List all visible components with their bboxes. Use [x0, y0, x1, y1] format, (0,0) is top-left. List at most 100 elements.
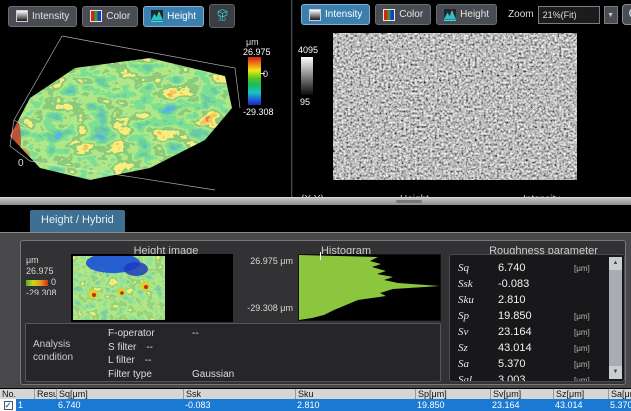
param-name: Sv	[458, 326, 498, 338]
panel-intensity-view: Intensity Color Height Zoom 21%(Fit) ▼	[293, 0, 631, 197]
condition-label-line1: Analysis	[33, 338, 103, 351]
param-unit: [μm]	[574, 328, 590, 337]
histogram-max-label: 26.975 μm	[203, 256, 293, 266]
header-sp: Sp[μm]	[415, 389, 490, 399]
intensity-icon	[16, 10, 28, 22]
axis-origin-label: 0	[18, 158, 24, 169]
3d-view-button[interactable]: 3D	[209, 4, 235, 28]
condition-value: --	[145, 355, 152, 366]
height-icon	[151, 10, 163, 22]
roughness-list: Sq 6.740 [μm] Ssk -0.083 Sku 2.810	[458, 260, 604, 382]
splitter-handle-icon	[396, 200, 422, 203]
header-sa: Sa[μm]	[608, 389, 631, 399]
scale-max: 26.975	[26, 266, 57, 277]
condition-rows: F-operator-- S filter-- L filter-- Filte…	[108, 327, 234, 381]
param-name: Sp	[458, 310, 498, 322]
zoom-select[interactable]: 21%(Fit)	[538, 6, 600, 24]
param-name: Sz	[458, 342, 498, 354]
right-height-button[interactable]: Height	[436, 4, 497, 25]
cell-result	[34, 399, 56, 411]
magnifier-icon	[628, 7, 631, 22]
param-value: 43.014	[498, 342, 574, 354]
roughness-parameter-box: Sq 6.740 [μm] Ssk -0.083 Sku 2.810	[449, 254, 625, 382]
scale-min: -29.308	[26, 288, 57, 295]
app-window: Intensity Color Height 3D	[0, 0, 631, 411]
header-no: No.	[0, 389, 34, 399]
grayscale-min: 95	[300, 97, 310, 107]
grayscale-bar	[301, 57, 313, 95]
analysis-condition-label: Analysis condition	[33, 338, 103, 364]
condition-name: L filter	[108, 354, 135, 368]
results-table: No. Result Sq[μm] Ssk Sku Sp[μm] Sv[μm] …	[0, 388, 631, 411]
param-unit: [μm]	[574, 264, 590, 273]
cell-sp: 19.850	[415, 399, 490, 411]
condition-value: Gaussian	[192, 369, 234, 380]
analysis-condition-box: Analysis condition F-operator-- S filter…	[25, 323, 441, 382]
condition-row-s-filter: S filter --	[108, 341, 234, 355]
roughness-scrollbar[interactable]: ▲ ▼	[609, 257, 622, 379]
histogram-min-label: -29.308 μm	[203, 303, 293, 313]
color-icon	[383, 9, 395, 21]
cell-no: 1	[16, 399, 34, 411]
roughness-row: Sp 19.850 [μm]	[458, 308, 604, 324]
histogram-chart	[299, 255, 440, 320]
scale-mid: 0	[51, 277, 56, 288]
colorbar-min: -29.308	[243, 107, 274, 117]
param-name: Sal	[458, 374, 498, 382]
histogram-box[interactable]	[298, 254, 441, 321]
cell-sq: 6.740	[56, 399, 183, 411]
result-checkbox[interactable]: ✓	[4, 401, 13, 410]
3d-button-label: 3D	[218, 17, 226, 23]
condition-value: --	[146, 342, 153, 353]
histogram-marker	[320, 252, 321, 260]
zoom-control: Zoom 21%(Fit) ▼	[508, 4, 631, 25]
left-color-button[interactable]: Color	[82, 6, 138, 27]
analysis-section: Height image Histogram Roughness paramet…	[0, 232, 631, 388]
param-value: 23.164	[498, 326, 574, 338]
roughness-row: Sv 23.164 [μm]	[458, 324, 604, 340]
left-toolbar: Intensity Color Height 3D	[8, 4, 235, 28]
cell-sku: 2.810	[295, 399, 415, 411]
param-value: -0.083	[498, 278, 574, 290]
tab-strip: Height / Hybrid	[0, 205, 631, 232]
zoom-dropdown-arrow-icon[interactable]: ▼	[604, 6, 618, 24]
left-height-label: Height	[167, 11, 196, 22]
intensity-icon	[309, 9, 321, 21]
roughness-row: Sz 43.014 [μm]	[458, 340, 604, 356]
horizontal-splitter[interactable]	[0, 197, 631, 205]
condition-name: F-operator	[108, 327, 182, 341]
right-color-button[interactable]: Color	[375, 4, 431, 25]
scroll-down-icon[interactable]: ▼	[609, 366, 622, 379]
scroll-up-icon[interactable]: ▲	[609, 257, 622, 270]
cell-sz: 43.014	[553, 399, 608, 411]
param-unit: [μm]	[574, 344, 590, 353]
roughness-row: Sq 6.740 [μm]	[458, 260, 604, 276]
zoom-label: Zoom	[508, 9, 534, 20]
left-intensity-button[interactable]: Intensity	[8, 6, 77, 27]
param-value: 3.003	[498, 374, 574, 382]
condition-row-f-operator: F-operator --	[108, 327, 234, 341]
condition-row-l-filter: L filter --	[108, 354, 234, 368]
param-value: 2.810	[498, 294, 574, 306]
3d-cube-icon	[217, 9, 228, 17]
right-color-label: Color	[399, 9, 423, 20]
left-height-button[interactable]: Height	[143, 6, 204, 27]
condition-label-line2: condition	[33, 351, 103, 364]
param-name: Sku	[458, 294, 498, 306]
results-table-header: No. Result Sq[μm] Ssk Sku Sp[μm] Sv[μm] …	[0, 389, 631, 399]
intensity-image[interactable]	[333, 33, 577, 180]
condition-value: --	[192, 328, 199, 339]
height-icon	[444, 9, 456, 21]
right-height-label: Height	[460, 9, 489, 20]
roughness-row: Sa 5.370 [μm]	[458, 356, 604, 372]
tab-height-hybrid[interactable]: Height / Hybrid	[30, 210, 125, 232]
condition-row-filter-type: Filter typeGaussian	[108, 368, 234, 382]
left-intensity-label: Intensity	[32, 11, 69, 22]
right-intensity-button[interactable]: Intensity	[301, 4, 370, 25]
scale-unit: μm	[26, 255, 57, 266]
magnifier-button[interactable]	[622, 4, 631, 25]
condition-name: S filter	[108, 341, 136, 355]
result-row-1[interactable]: ✓ 1 6.740 -0.083 2.810 19.850 23.164 43.…	[0, 399, 631, 411]
header-sku: Sku	[295, 389, 415, 399]
height-image-thumbnail[interactable]	[73, 256, 165, 320]
